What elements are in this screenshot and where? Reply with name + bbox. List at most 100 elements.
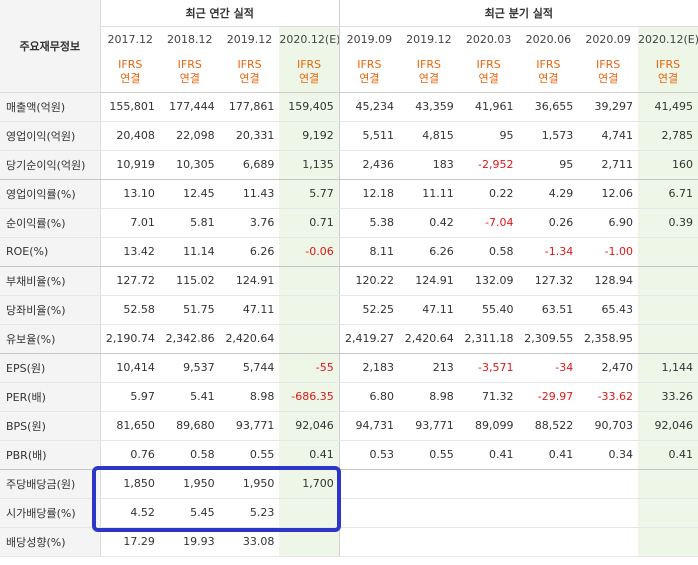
table-cell: 183 — [398, 150, 459, 180]
period-header: 2018.12 — [167, 32, 213, 46]
table-cell — [279, 324, 340, 354]
table-cell: 213 — [398, 353, 459, 383]
table-cell: 45,234 — [338, 92, 399, 122]
table-cell — [458, 527, 519, 557]
table-cell: 2,420.64 — [398, 324, 459, 354]
table-cell: 0.22 — [458, 179, 519, 209]
table-cell — [338, 469, 399, 499]
table-cell — [638, 266, 698, 296]
ifrs-label: IFRS 연결 — [100, 52, 160, 93]
table-cell — [279, 498, 340, 528]
table-cell: 0.41 — [518, 440, 579, 470]
table-row: 유보율(%) 2,190.74 2,342.86 2,420.64 2,419.27 2,… — [0, 324, 698, 354]
table-row: 배당성향(%) 17.29 19.93 33.08 — [0, 527, 698, 557]
table-cell: 155,801 — [100, 92, 160, 122]
table-cell: 0.58 — [458, 237, 519, 267]
table-cell: 93,771 — [398, 411, 459, 441]
row-label-header: 주요재무정보 — [0, 0, 101, 93]
table-cell: 95 — [458, 121, 519, 151]
table-cell: 124.91 — [219, 266, 280, 296]
table-cell: 11.11 — [398, 179, 459, 209]
ifrs-label: IFRS 연결 — [578, 52, 639, 93]
table-body: 매출액(억원) 155,801 177,444 177,861 159,405 45,23… — [0, 92, 698, 557]
table-cell: 8.98 — [219, 382, 280, 412]
table-cell — [338, 498, 399, 528]
table-cell: 159,405 — [279, 92, 340, 122]
table-cell: 47.11 — [219, 295, 280, 325]
table-cell: 4,741 — [578, 121, 639, 151]
table-cell: 177,444 — [159, 92, 220, 122]
table-cell: 2,470 — [578, 353, 639, 383]
table-cell: 39,297 — [578, 92, 639, 122]
table-cell — [279, 527, 340, 557]
table-cell: 5.81 — [159, 208, 220, 238]
table-cell: 41,961 — [458, 92, 519, 122]
table-cell: 1,144 — [638, 353, 698, 383]
table-cell: 6.26 — [398, 237, 459, 267]
period-header: 2019.12 — [406, 32, 452, 46]
table-cell: 6.71 — [638, 179, 698, 209]
table-cell — [279, 295, 340, 325]
ifrs-label-line2: 연결 — [120, 71, 141, 85]
table-cell: 90,703 — [578, 411, 639, 441]
table-cell: -29.97 — [518, 382, 579, 412]
table-cell: 1,573 — [518, 121, 579, 151]
table-cell: 2,436 — [338, 150, 399, 180]
ifrs-label-line2: 연결 — [418, 71, 439, 85]
table-cell: 20,331 — [219, 121, 280, 151]
row-label: EPS(원) — [0, 353, 101, 383]
table-cell: 0.53 — [338, 440, 399, 470]
table-cell: 2,342.86 — [159, 324, 220, 354]
period-header: 2017.12 — [107, 32, 154, 46]
table-cell: -55 — [279, 353, 340, 383]
table-cell: 41,495 — [638, 92, 698, 122]
ifrs-label: IFRS 연결 — [638, 52, 698, 93]
table-cell — [518, 527, 579, 557]
table-cell: 93,771 — [219, 411, 280, 441]
table-cell: 0.55 — [219, 440, 280, 470]
table-row: 영업이익률(%) 13.10 12.45 11.43 5.77 12.18 11.11 0.2… — [0, 179, 698, 209]
table-cell: 55.40 — [458, 295, 519, 325]
ifrs-header-row: IFRS 연결 IFRS 연결 IFRS 연결 IFRS 연결 IFRS 연결 IFRS 연결 IFRS… — [0, 52, 698, 93]
table-cell: -7.04 — [458, 208, 519, 238]
table-row: ROE(%) 13.42 11.14 6.26 -0.06 8.11 6.26 0.58 -1.… — [0, 237, 698, 267]
table-cell: 13.10 — [100, 179, 160, 209]
row-label: 매출액(억원) — [0, 92, 101, 122]
table-cell — [458, 469, 519, 499]
period-header: 2020.06 — [525, 32, 572, 46]
table-cell: 10,919 — [100, 150, 160, 180]
table-cell — [398, 498, 459, 528]
table-cell: 124.91 — [398, 266, 459, 296]
table-cell: 92,046 — [279, 411, 340, 441]
ifrs-label-line1: IFRS — [536, 57, 561, 71]
table-cell: -686.35 — [279, 382, 340, 412]
table-cell: 33.26 — [638, 382, 698, 412]
table-cell: 0.41 — [279, 440, 340, 470]
table-cell: 0.58 — [159, 440, 220, 470]
table-cell: 89,680 — [159, 411, 220, 441]
ifrs-label-line2: 연결 — [478, 71, 499, 85]
table-cell: 7.01 — [100, 208, 160, 238]
table-cell: 2,711 — [578, 150, 639, 180]
table-row: 매출액(억원) 155,801 177,444 177,861 159,405 45,23… — [0, 92, 698, 122]
row-label: PBR(배) — [0, 440, 101, 470]
table-cell: 5.23 — [219, 498, 280, 528]
table-cell: 8.11 — [338, 237, 399, 267]
table-row: PER(배) 5.97 5.41 8.98 -686.35 6.80 8.98 71.32 -2… — [0, 382, 698, 412]
table-cell: 2,420.64 — [219, 324, 280, 354]
ifrs-label-line1: IFRS — [296, 57, 322, 71]
table-cell — [638, 237, 698, 267]
table-cell — [518, 498, 579, 528]
table-cell — [578, 527, 639, 557]
table-cell: 12.18 — [338, 179, 399, 209]
table-cell: 22,098 — [159, 121, 220, 151]
table-row: 시가배당률(%) 4.52 5.45 5.23 — [0, 498, 698, 528]
table-cell: 9,537 — [159, 353, 220, 383]
table-cell: 10,414 — [100, 353, 160, 383]
table-cell: 71.32 — [458, 382, 519, 412]
ifrs-label: IFRS 연결 — [518, 52, 579, 93]
table-cell: 0.34 — [578, 440, 639, 470]
table-cell — [638, 498, 698, 528]
table-cell — [338, 527, 399, 557]
ifrs-label-line1: IFRS — [655, 57, 681, 71]
